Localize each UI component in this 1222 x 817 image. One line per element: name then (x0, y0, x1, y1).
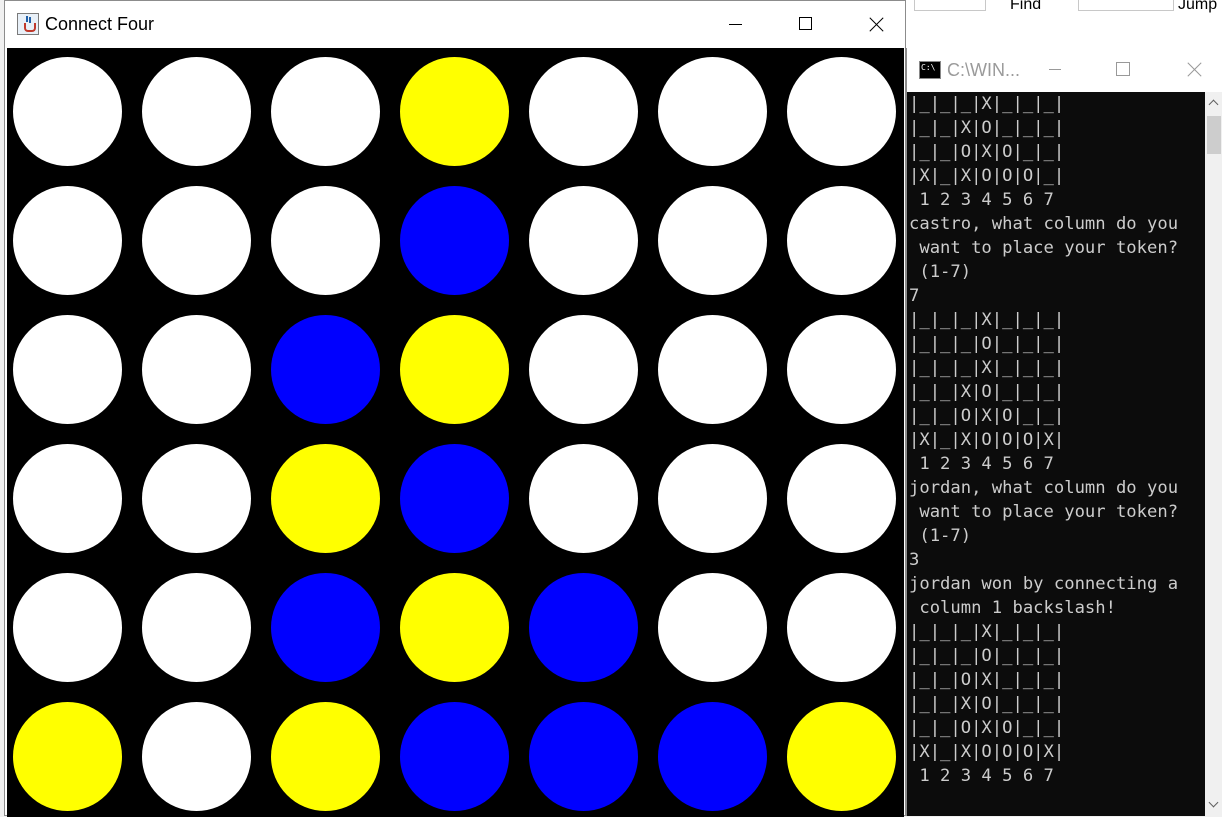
background-input-box[interactable] (914, 0, 986, 11)
console-line: |_|_|X|O|_|_|_| (909, 118, 1065, 138)
scroll-down-arrow-icon[interactable] (1205, 794, 1222, 816)
console-line: 3 (909, 550, 920, 570)
disc-r3-c2-empty[interactable] (142, 315, 251, 424)
disc-r2-c5-empty[interactable] (529, 186, 638, 295)
connect-four-window: Connect Four (4, 0, 906, 817)
disc-r2-c4-blue[interactable] (400, 186, 509, 295)
console-output[interactable]: |_|_|_|X|_|_|_| |_|_|X|O|_|_|_| |_|_|O|X|O… (907, 92, 1205, 816)
disc-r3-c6-empty[interactable] (658, 315, 767, 424)
console-line: |X|_|X|O|O|O|_| (909, 166, 1065, 186)
disc-r4-c7-empty[interactable] (787, 444, 896, 553)
console-line: |_|_|O|X|O|_|_| (909, 142, 1065, 162)
cmd-icon (919, 61, 941, 79)
console-line: |_|_|_|O|_|_|_| (909, 646, 1065, 666)
console-window: C:\WIN... |_|_|_|X|_|_|_| |_|_|X|O|_|_|_|… (906, 48, 1222, 816)
scrollbar-thumb[interactable] (1207, 116, 1221, 154)
console-line: |X|_|X|O|O|O|X| (909, 430, 1065, 450)
console-line: |X|_|X|O|O|O|X| (909, 742, 1065, 762)
window-title: Connect Four (45, 14, 155, 34)
disc-r2-c6-empty[interactable] (658, 186, 767, 295)
disc-r3-c1-empty[interactable] (13, 315, 122, 424)
console-line: |_|_|O|X|O|_|_| (909, 406, 1065, 426)
console-line: |_|_|X|O|_|_|_| (909, 382, 1065, 402)
disc-r1-c6-empty[interactable] (658, 57, 767, 166)
jump-label[interactable]: Jump (1178, 0, 1217, 14)
console-line: |_|_|X|O|_|_|_| (909, 694, 1065, 714)
disc-r2-c2-empty[interactable] (142, 186, 251, 295)
disc-r4-c4-blue[interactable] (400, 444, 509, 553)
console-line: castro, what column do you (909, 214, 1179, 234)
disc-r4-c2-empty[interactable] (142, 444, 251, 553)
disc-r5-c1-empty[interactable] (13, 573, 122, 682)
disc-r2-c7-empty[interactable] (787, 186, 896, 295)
console-line: |_|_|_|X|_|_|_| (909, 94, 1065, 114)
find-label[interactable]: Find (1010, 0, 1041, 14)
maximize-button[interactable] (771, 1, 841, 48)
disc-r5-c2-empty[interactable] (142, 573, 251, 682)
disc-r5-c6-empty[interactable] (658, 573, 767, 682)
console-line: |_|_|_|X|_|_|_| (909, 310, 1065, 330)
disc-r2-c1-empty[interactable] (13, 186, 122, 295)
console-line: jordan won by connecting a (909, 574, 1179, 594)
console-line: |_|_|O|X|_|_|_| (909, 670, 1065, 690)
disc-r6-c2-empty[interactable] (142, 702, 251, 811)
console-text: |_|_|_|X|_|_|_| |_|_|X|O|_|_|_| |_|_|O|X|O… (907, 92, 1205, 788)
disc-r3-c5-empty[interactable] (529, 315, 638, 424)
game-board[interactable] (7, 48, 904, 817)
console-line: 7 (909, 286, 920, 306)
java-app-icon (17, 13, 39, 35)
disc-r5-c4-yellow[interactable] (400, 573, 509, 682)
console-line: jordan, what column do you (909, 478, 1179, 498)
disc-r6-c5-blue[interactable] (529, 702, 638, 811)
disc-r3-c4-yellow[interactable] (400, 315, 509, 424)
disc-r1-c7-empty[interactable] (787, 57, 896, 166)
title-bar[interactable]: Connect Four (5, 1, 905, 48)
disc-r2-c3-empty[interactable] (271, 186, 380, 295)
console-line: |_|_|_|O|_|_|_| (909, 334, 1065, 354)
console-line: 1 2 3 4 5 6 7 (909, 766, 1054, 786)
disc-r1-c1-empty[interactable] (13, 57, 122, 166)
disc-r5-c7-empty[interactable] (787, 573, 896, 682)
console-line: |_|_|_|X|_|_|_| (909, 358, 1065, 378)
console-scrollbar[interactable] (1205, 92, 1222, 816)
disc-r6-c6-blue[interactable] (658, 702, 767, 811)
console-title-bar[interactable]: C:\WIN... (907, 48, 1222, 92)
disc-r1-c3-empty[interactable] (271, 57, 380, 166)
console-title: C:\WIN... (947, 60, 1020, 80)
disc-r6-c3-yellow[interactable] (271, 702, 380, 811)
disc-r6-c1-yellow[interactable] (13, 702, 122, 811)
console-minimize-button[interactable] (1017, 48, 1087, 92)
disc-r3-c3-blue[interactable] (271, 315, 380, 424)
disc-r4-c1-empty[interactable] (13, 444, 122, 553)
background-input-box[interactable] (1078, 0, 1174, 11)
console-line: (1-7) (909, 526, 972, 546)
disc-r1-c5-empty[interactable] (529, 57, 638, 166)
console-line: |_|_|_|X|_|_|_| (909, 622, 1065, 642)
disc-r4-c6-empty[interactable] (658, 444, 767, 553)
console-line: |_|_|O|X|O|_|_| (909, 718, 1065, 738)
console-maximize-button[interactable] (1087, 48, 1157, 92)
console-line: 1 2 3 4 5 6 7 (909, 454, 1054, 474)
close-button[interactable] (841, 1, 911, 48)
minimize-button[interactable] (701, 1, 771, 48)
console-close-button[interactable] (1157, 48, 1222, 92)
background-app-toolbar: Find Jump (906, 0, 1222, 49)
disc-r6-c4-blue[interactable] (400, 702, 509, 811)
console-line: want to place your token? (909, 502, 1179, 522)
disc-r5-c3-blue[interactable] (271, 573, 380, 682)
disc-r3-c7-empty[interactable] (787, 315, 896, 424)
console-line: (1-7) (909, 262, 972, 282)
console-line: 1 2 3 4 5 6 7 (909, 190, 1054, 210)
disc-r1-c2-empty[interactable] (142, 57, 251, 166)
disc-r1-c4-yellow[interactable] (400, 57, 509, 166)
console-line: column 1 backslash! (909, 598, 1116, 618)
console-line: want to place your token? (909, 238, 1179, 258)
scroll-up-arrow-icon[interactable] (1205, 92, 1222, 114)
disc-r6-c7-yellow[interactable] (787, 702, 896, 811)
disc-r4-c3-yellow[interactable] (271, 444, 380, 553)
disc-r5-c5-blue[interactable] (529, 573, 638, 682)
disc-r4-c5-empty[interactable] (529, 444, 638, 553)
